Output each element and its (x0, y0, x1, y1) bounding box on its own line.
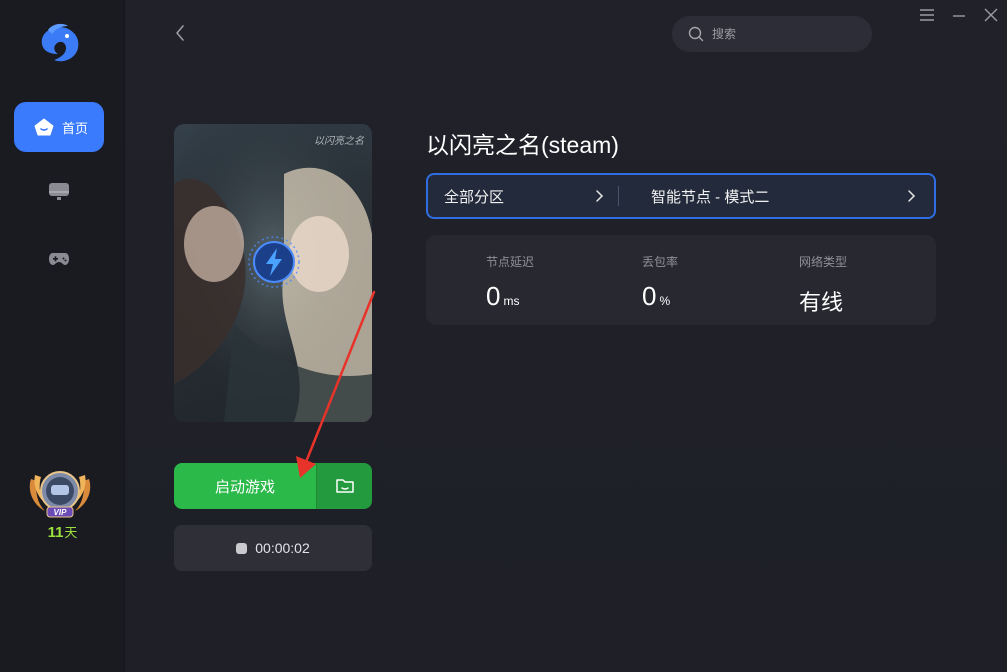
node-selector[interactable]: 智能节点 - 模式二 (619, 175, 934, 217)
stat-loss-value-row: 0% (642, 281, 670, 312)
stat-network-value: 有线 (799, 290, 844, 315)
stat-latency-label: 节点延迟 (486, 255, 535, 269)
main-panel: 以闪亮之名 启动游戏 00:00:02 以闪亮之名(steam) 全部分区 智能… (125, 0, 1007, 672)
chevron-right-icon (596, 190, 604, 202)
folder-icon (335, 479, 354, 493)
vip-days-unit: 天 (64, 525, 78, 540)
stat-loss-label: 丢包率 (642, 255, 679, 269)
sidebar-item-monitor[interactable] (47, 182, 71, 202)
sidebar-item-games[interactable] (47, 249, 71, 269)
region-node-selector: 全部分区 智能节点 - 模式二 (426, 173, 936, 219)
elapsed-time: 00:00:02 (255, 540, 310, 556)
lightning-accelerate-icon[interactable] (247, 235, 301, 289)
search-box[interactable] (672, 16, 872, 52)
game-title: 以闪亮之名(steam) (426, 132, 619, 158)
close-icon[interactable] (982, 6, 1000, 24)
stat-latency-unit: ms (503, 294, 520, 308)
sidebar: 首页 VIP 11天 (0, 0, 125, 672)
start-game-button[interactable]: 启动游戏 (174, 463, 316, 509)
chevron-left-icon[interactable] (173, 23, 189, 43)
minimize-icon[interactable] (950, 6, 968, 24)
stat-network-label: 网络类型 (799, 255, 848, 269)
vip-badge-text: VIP (54, 508, 68, 517)
home-icon (34, 118, 54, 136)
sidebar-item-home-label: 首页 (62, 120, 89, 136)
stop-icon (236, 542, 248, 554)
stop-timer-button[interactable]: 00:00:02 (174, 525, 372, 571)
start-game-button-group: 启动游戏 (174, 463, 372, 509)
search-icon (688, 26, 704, 42)
chevron-right-icon (908, 190, 916, 202)
region-selector[interactable]: 全部分区 (428, 175, 618, 217)
vip-badge-icon[interactable]: VIP (25, 465, 95, 523)
node-label: 智能节点 - 模式二 (651, 188, 770, 206)
vip-days-remaining: 11天 (0, 522, 125, 541)
stat-latency-value: 0 (486, 281, 501, 311)
stat-latency-value-row: 0 ms (486, 281, 519, 312)
menu-icon[interactable] (918, 6, 936, 24)
gamepad-icon (49, 253, 69, 265)
open-folder-button[interactable] (316, 463, 372, 509)
game-cover-image: 以闪亮之名 (174, 124, 372, 422)
sidebar-item-home[interactable]: 首页 (14, 102, 104, 152)
network-stats-panel: 节点延迟 0 ms 丢包率 0% 网络类型 有线 (426, 235, 936, 325)
stat-loss-unit: % (659, 294, 671, 308)
search-input[interactable] (712, 27, 852, 41)
vip-days-value: 11 (47, 524, 64, 541)
monitor-icon (49, 183, 69, 200)
dolphin-logo-icon[interactable] (36, 22, 82, 64)
cover-caption: 以闪亮之名 (314, 136, 364, 147)
stat-loss-value: 0 (642, 281, 657, 311)
region-label: 全部分区 (444, 188, 505, 206)
